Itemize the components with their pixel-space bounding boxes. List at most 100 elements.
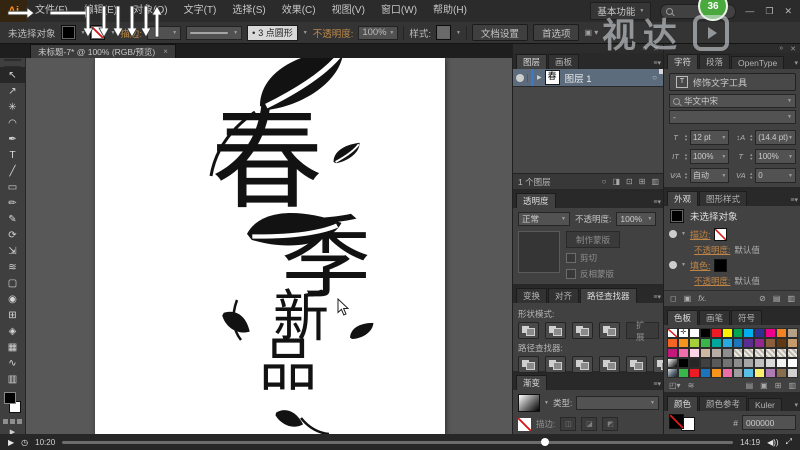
tab-transparency[interactable]: 透明度 [516,193,556,208]
swatch[interactable] [688,368,700,378]
tab-gradient[interactable]: 渐变 [516,375,548,390]
blend-tool[interactable]: ∿ [0,355,25,371]
swatch[interactable] [688,348,700,358]
target-icon[interactable]: ○ [652,73,657,82]
effects-icon[interactable]: fx. [698,294,706,303]
swatch[interactable] [732,368,744,378]
font-size-field[interactable]: T ▲ ▼ 12 pt ▼ [669,130,730,145]
gradient-tool[interactable]: ▦ [0,339,25,355]
show-kinds-icon[interactable]: ≋ [688,381,695,390]
stroke-link[interactable]: 描边: [690,228,711,241]
panel-menu-icon[interactable]: ≡▾ [653,59,661,69]
swatch[interactable] [787,358,798,368]
gradient-fill-swatch[interactable] [518,394,540,412]
tab-character[interactable]: 字符 [667,54,699,69]
layer-row[interactable]: ▶ 春 图层 1 ○ [513,69,664,87]
expand-icon[interactable]: ▶ [537,74,542,81]
swatch[interactable] [732,348,744,358]
swatch[interactable] [754,368,766,378]
swatch[interactable] [765,338,777,348]
fill-swatch[interactable] [4,392,16,404]
swatch[interactable] [667,368,678,378]
tab-symbols[interactable]: 符号 [731,310,763,325]
minimize-button[interactable]: — [745,6,754,17]
merge-icon[interactable] [572,356,593,373]
kerning-field[interactable]: V⁄A ▲ ▼ 自动 ▼ [669,168,730,183]
perspective-grid-tool[interactable]: ⊞ [0,307,25,323]
swatch[interactable] [754,338,766,348]
stroke-across-icon[interactable]: ◩ [602,417,619,431]
collapse-icon[interactable]: » [779,45,783,52]
paintbrush-tool[interactable]: ✏ [0,195,25,211]
swatch[interactable] [754,348,766,358]
swatch[interactable] [743,338,755,348]
swatch[interactable] [787,338,798,348]
swatch[interactable] [677,358,689,368]
pen-tool[interactable]: ✒ [0,131,25,147]
preferences-button[interactable]: 首选项 [532,24,580,41]
chevron-down-icon[interactable]: ▼ [303,30,308,36]
style-swatch[interactable] [435,25,451,40]
swatch[interactable] [787,368,798,378]
collapse-icon[interactable]: » [642,45,646,52]
clip-checkbox[interactable] [566,253,576,263]
stroke-none-swatch[interactable] [714,227,728,241]
menu-item[interactable]: 文件(F) [27,0,76,22]
tab-layers[interactable]: 图层 [516,54,548,69]
magic-wand-tool[interactable]: ✳ [0,99,25,115]
tab-kuler[interactable]: Kuler [748,398,782,411]
tab-transform[interactable]: 变换 [516,288,548,303]
swatch[interactable] [743,368,755,378]
swatch[interactable] [710,348,722,358]
line-segment-tool[interactable]: ╱ [0,163,25,179]
chevron-down-icon[interactable]: ▼ [681,231,686,237]
stepper[interactable]: ▲ ▼ [684,171,688,180]
opacity-link[interactable]: 不透明度: [694,275,730,287]
fullscreen-icon[interactable]: ⤢ [786,437,792,447]
chevron-down-icon[interactable]: ▼ [110,30,115,36]
trim-icon[interactable] [545,356,566,373]
tab-pathfinder[interactable]: 路径查找器 [580,288,637,303]
swatch[interactable] [688,328,700,338]
swatch[interactable] [765,328,777,338]
swatch[interactable] [754,358,766,368]
opacity-link[interactable]: 不透明度: [694,244,730,256]
visibility-toggle[interactable] [513,73,528,82]
locate-object-icon[interactable]: ○ [602,177,607,186]
touch-type-tool-button[interactable]: T 修饰文字工具 [669,73,796,91]
stepper[interactable]: ▲ ▼ [684,152,688,161]
hex-input[interactable]: 000000 [742,415,796,430]
rectangle-tool[interactable]: ▭ [0,179,25,195]
menu-item[interactable]: 文字(T) [176,0,225,22]
font-family-select[interactable]: 华文中宋 ▼ [669,94,796,108]
column-graph-tool[interactable]: ▥ [0,371,25,387]
new-sublayer-icon[interactable]: ⊡ [626,177,633,186]
blend-mode-select[interactable]: 正常 ▼ [518,212,570,226]
shape-builder-tool[interactable]: ◉ [0,291,25,307]
swatch[interactable] [677,368,689,378]
opacity-link[interactable]: 不透明度: [313,26,354,40]
font-style-select[interactable]: - ▼ [669,110,796,124]
appearance-fill-row[interactable]: ▼ 填色: [664,257,800,273]
swatch[interactable] [732,338,744,348]
brush-definition-select[interactable]: • 3 点圆形 [247,24,298,41]
tab-color-guide[interactable]: 颜色参考 [699,396,748,411]
stroke-within-icon[interactable]: ◫ [560,417,577,431]
color-fill-stroke-control[interactable] [669,414,695,431]
close-button[interactable]: ✕ [784,6,792,17]
stroke-link[interactable]: 描边: [120,26,142,40]
free-transform-tool[interactable]: ▢ [0,275,25,291]
swatch[interactable] [743,358,755,368]
swatch[interactable] [667,328,678,338]
gradient-none-swatch[interactable] [518,417,531,431]
swatch[interactable] [667,348,678,358]
horizontal-scale-field[interactable]: T ▲ ▼ 100% ▼ [734,149,796,164]
swatch[interactable] [710,368,722,378]
rotate-tool[interactable]: ⟳ [0,227,25,243]
swatch[interactable] [776,338,788,348]
swatch[interactable] [721,368,733,378]
close-icon[interactable]: ✕ [653,45,659,53]
close-icon[interactable]: × [163,47,168,56]
vertical-scale-field[interactable]: IT ▲ ▼ 100% ▼ [669,149,730,164]
restore-button[interactable]: ❐ [765,6,773,17]
